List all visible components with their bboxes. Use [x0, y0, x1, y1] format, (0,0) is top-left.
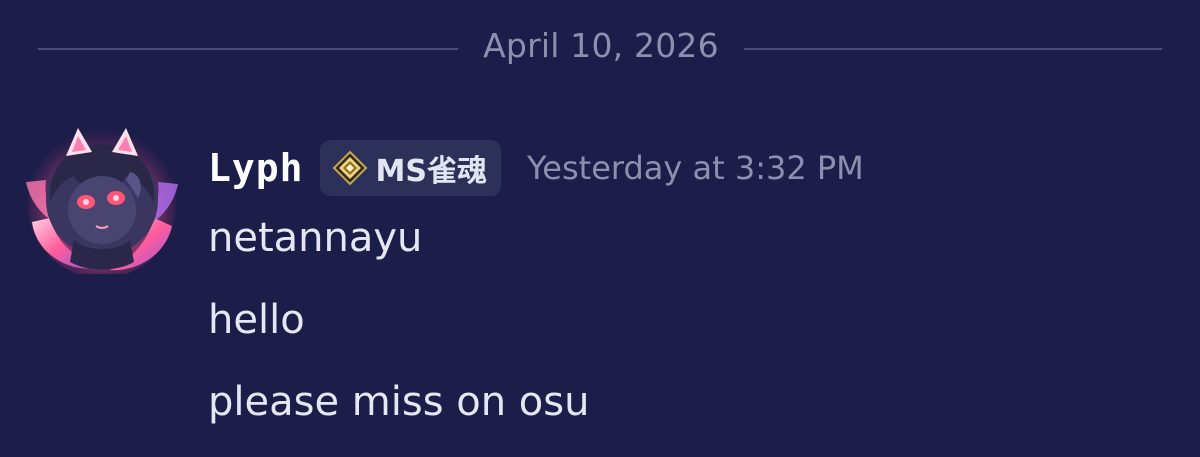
message-header: Lyph MS雀魂 Yesterday at 3:32 PM — [208, 138, 864, 198]
chat-view: April 10, 2026 Lyph MS雀魂 Yesterday at 3:… — [0, 0, 1200, 457]
message-timestamp[interactable]: Yesterday at 3:32 PM — [527, 149, 864, 187]
message-line[interactable]: please miss on osu — [208, 382, 589, 422]
message-line[interactable]: hello — [208, 300, 305, 340]
avatar-image — [26, 128, 178, 278]
date-divider: April 10, 2026 — [38, 20, 1162, 78]
message-line[interactable]: netannayu — [208, 218, 422, 258]
divider-line-right — [744, 48, 1162, 50]
diamond-star-icon — [332, 150, 367, 186]
divider-line-left — [38, 48, 458, 50]
divider-date: April 10, 2026 — [483, 26, 719, 65]
avatar[interactable] — [26, 122, 178, 278]
server-tag-label: MS雀魂 — [375, 154, 487, 189]
username[interactable]: Lyph — [208, 146, 304, 190]
server-tag[interactable]: MS雀魂 — [319, 140, 501, 196]
message-group: Lyph MS雀魂 Yesterday at 3:32 PM netannayu… — [26, 118, 1176, 448]
